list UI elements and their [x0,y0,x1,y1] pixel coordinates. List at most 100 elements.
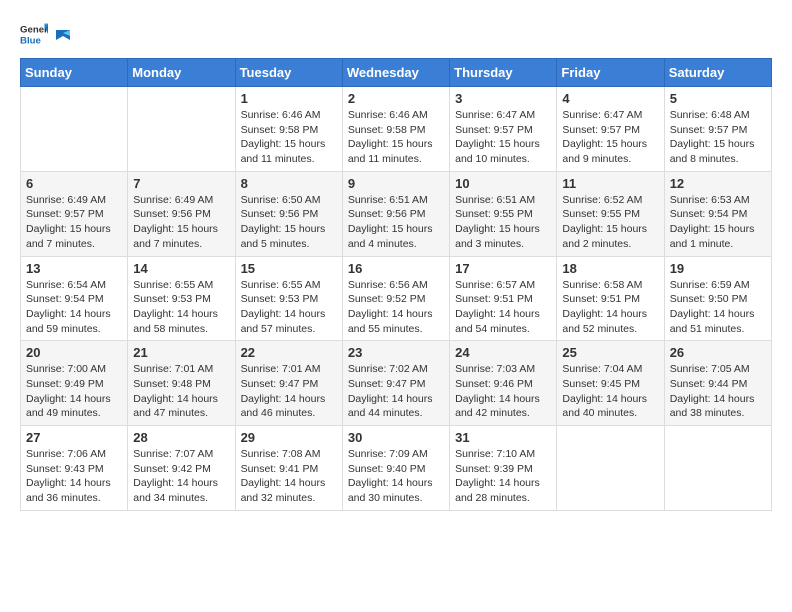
day-info: Sunrise: 6:54 AMSunset: 9:54 PMDaylight:… [26,278,122,337]
day-number: 25 [562,345,658,360]
day-number: 15 [241,261,337,276]
day-number: 19 [670,261,766,276]
day-number: 23 [348,345,444,360]
day-number: 22 [241,345,337,360]
day-info: Sunrise: 7:01 AMSunset: 9:48 PMDaylight:… [133,362,229,421]
calendar-cell: 18 Sunrise: 6:58 AMSunset: 9:51 PMDayligh… [557,256,664,341]
day-info: Sunrise: 6:59 AMSunset: 9:50 PMDaylight:… [670,278,766,337]
day-info: Sunrise: 6:51 AMSunset: 9:55 PMDaylight:… [455,193,551,252]
day-number: 9 [348,176,444,191]
calendar-cell: 11Sunrise: 6:52 AMSunset: 9:55 PMDayligh… [557,171,664,256]
calendar-week-row: 20Sunrise: 7:00 AMSunset: 9:49 PMDayligh… [21,341,772,426]
calendar-cell: 15 Sunrise: 6:55 AMSunset: 9:53 PMDayligh… [235,256,342,341]
calendar-cell: 29Sunrise: 7:08 AMSunset: 9:41 PMDayligh… [235,426,342,511]
weekday-header-wednesday: Wednesday [342,59,449,87]
day-number: 26 [670,345,766,360]
calendar-cell [557,426,664,511]
page-header: General Blue [20,20,772,48]
logo: General Blue [20,20,72,48]
weekday-header-friday: Friday [557,59,664,87]
day-info: Sunrise: 6:47 AMSunset: 9:57 PMDaylight:… [455,108,551,167]
calendar-cell: 5 Sunrise: 6:48 AMSunset: 9:57 PMDaylight… [664,87,771,172]
day-info: Sunrise: 7:06 AMSunset: 9:43 PMDaylight:… [26,447,122,506]
calendar-cell: 6 Sunrise: 6:49 AMSunset: 9:57 PMDaylight… [21,171,128,256]
weekday-header-sunday: Sunday [21,59,128,87]
calendar-cell: 24Sunrise: 7:03 AMSunset: 9:46 PMDayligh… [450,341,557,426]
weekday-header-thursday: Thursday [450,59,557,87]
calendar-cell: 3 Sunrise: 6:47 AMSunset: 9:57 PMDaylight… [450,87,557,172]
day-info: Sunrise: 7:05 AMSunset: 9:44 PMDaylight:… [670,362,766,421]
calendar-cell: 14 Sunrise: 6:55 AMSunset: 9:53 PMDayligh… [128,256,235,341]
day-info: Sunrise: 7:04 AMSunset: 9:45 PMDaylight:… [562,362,658,421]
calendar-cell [664,426,771,511]
calendar-cell: 28 Sunrise: 7:07 AMSunset: 9:42 PMDayligh… [128,426,235,511]
calendar-header-row: SundayMondayTuesdayWednesdayThursdayFrid… [21,59,772,87]
day-number: 3 [455,91,551,106]
day-info: Sunrise: 7:01 AMSunset: 9:47 PMDaylight:… [241,362,337,421]
calendar-week-row: 13Sunrise: 6:54 AMSunset: 9:54 PMDayligh… [21,256,772,341]
day-info: Sunrise: 6:51 AMSunset: 9:56 PMDaylight:… [348,193,444,252]
day-info: Sunrise: 6:49 AMSunset: 9:56 PMDaylight:… [133,193,229,252]
day-info: Sunrise: 7:07 AMSunset: 9:42 PMDaylight:… [133,447,229,506]
calendar-cell: 1Sunrise: 6:46 AMSunset: 9:58 PMDaylight… [235,87,342,172]
day-number: 31 [455,430,551,445]
day-info: Sunrise: 7:10 AMSunset: 9:39 PMDaylight:… [455,447,551,506]
calendar-cell: 2Sunrise: 6:46 AMSunset: 9:58 PMDaylight… [342,87,449,172]
calendar-cell: 8Sunrise: 6:50 AMSunset: 9:56 PMDaylight… [235,171,342,256]
day-number: 16 [348,261,444,276]
day-info: Sunrise: 7:02 AMSunset: 9:47 PMDaylight:… [348,362,444,421]
calendar-cell: 13Sunrise: 6:54 AMSunset: 9:54 PMDayligh… [21,256,128,341]
weekday-header-monday: Monday [128,59,235,87]
day-number: 6 [26,176,122,191]
calendar-week-row: 27 Sunrise: 7:06 AMSunset: 9:43 PMDayligh… [21,426,772,511]
day-number: 5 [670,91,766,106]
calendar-cell: 9 Sunrise: 6:51 AMSunset: 9:56 PMDaylight… [342,171,449,256]
day-number: 4 [562,91,658,106]
day-number: 14 [133,261,229,276]
day-number: 10 [455,176,551,191]
day-number: 29 [241,430,337,445]
calendar-cell: 27 Sunrise: 7:06 AMSunset: 9:43 PMDayligh… [21,426,128,511]
day-number: 8 [241,176,337,191]
day-number: 18 [562,261,658,276]
day-info: Sunrise: 6:58 AMSunset: 9:51 PMDaylight:… [562,278,658,337]
calendar-cell [128,87,235,172]
day-info: Sunrise: 6:55 AMSunset: 9:53 PMDaylight:… [133,278,229,337]
calendar-cell: 26 Sunrise: 7:05 AMSunset: 9:44 PMDayligh… [664,341,771,426]
logo-icon: General Blue [20,20,48,48]
day-info: Sunrise: 6:55 AMSunset: 9:53 PMDaylight:… [241,278,337,337]
day-number: 11 [562,176,658,191]
svg-text:General: General [20,24,48,35]
day-info: Sunrise: 7:09 AMSunset: 9:40 PMDaylight:… [348,447,444,506]
calendar-cell: 30 Sunrise: 7:09 AMSunset: 9:40 PMDayligh… [342,426,449,511]
calendar-cell: 23 Sunrise: 7:02 AMSunset: 9:47 PMDayligh… [342,341,449,426]
weekday-header-saturday: Saturday [664,59,771,87]
day-info: Sunrise: 7:03 AMSunset: 9:46 PMDaylight:… [455,362,551,421]
weekday-header-tuesday: Tuesday [235,59,342,87]
day-info: Sunrise: 6:53 AMSunset: 9:54 PMDaylight:… [670,193,766,252]
calendar-cell: 25 Sunrise: 7:04 AMSunset: 9:45 PMDayligh… [557,341,664,426]
calendar-cell: 4 Sunrise: 6:47 AMSunset: 9:57 PMDaylight… [557,87,664,172]
day-number: 2 [348,91,444,106]
day-info: Sunrise: 6:48 AMSunset: 9:57 PMDaylight:… [670,108,766,167]
calendar-cell: 12 Sunrise: 6:53 AMSunset: 9:54 PMDayligh… [664,171,771,256]
day-number: 17 [455,261,551,276]
svg-text:Blue: Blue [20,36,41,47]
day-info: Sunrise: 6:49 AMSunset: 9:57 PMDaylight:… [26,193,122,252]
day-number: 28 [133,430,229,445]
day-number: 30 [348,430,444,445]
day-number: 12 [670,176,766,191]
calendar-cell: 7 Sunrise: 6:49 AMSunset: 9:56 PMDaylight… [128,171,235,256]
calendar-cell: 21 Sunrise: 7:01 AMSunset: 9:48 PMDayligh… [128,341,235,426]
calendar-cell: 19 Sunrise: 6:59 AMSunset: 9:50 PMDayligh… [664,256,771,341]
calendar-table: SundayMondayTuesdayWednesdayThursdayFrid… [20,58,772,511]
day-info: Sunrise: 6:47 AMSunset: 9:57 PMDaylight:… [562,108,658,167]
day-info: Sunrise: 6:46 AMSunset: 9:58 PMDaylight:… [241,108,337,167]
calendar-week-row: 1Sunrise: 6:46 AMSunset: 9:58 PMDaylight… [21,87,772,172]
calendar-cell: 16Sunrise: 6:56 AMSunset: 9:52 PMDayligh… [342,256,449,341]
calendar-cell [21,87,128,172]
calendar-cell: 10 Sunrise: 6:51 AMSunset: 9:55 PMDayligh… [450,171,557,256]
day-number: 27 [26,430,122,445]
day-number: 21 [133,345,229,360]
day-number: 7 [133,176,229,191]
